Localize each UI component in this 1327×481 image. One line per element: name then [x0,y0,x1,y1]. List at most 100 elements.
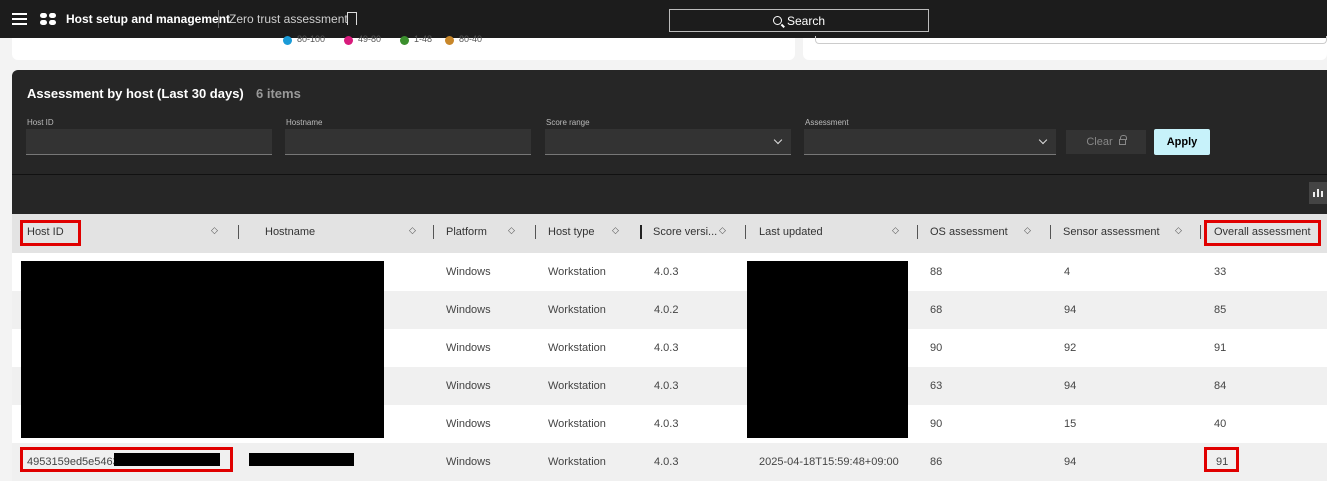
sensor-assessment-cell: 92 [1064,342,1077,354]
score-version-cell: 4.0.3 [654,266,679,278]
os-assessment-cell: 86 [930,456,943,468]
panel-divider [12,174,1327,175]
search-button[interactable]: Search [669,9,929,32]
sort-icon[interactable]: ◇ [409,225,416,236]
legend-label-3: 1-48 [414,34,433,44]
column-chart-icon[interactable] [1309,182,1327,204]
column-header-platform[interactable]: Platform [446,226,487,238]
os-assessment-cell: 90 [930,342,943,354]
hostname-filter-input[interactable] [285,129,531,155]
overall-assessment-cell: 33 [1214,266,1227,278]
host-type-cell: Workstation [548,266,606,278]
platform-cell: Windows [446,342,491,354]
score-version-cell: 4.0.3 [654,456,679,468]
lock-icon [1118,135,1127,145]
os-assessment-cell: 90 [930,418,943,430]
column-header-host-type[interactable]: Host type [548,226,594,238]
score-version-cell: 4.0.2 [654,304,679,316]
apply-button[interactable]: Apply [1154,129,1210,155]
platform-cell: Windows [446,304,491,316]
top-bar: Host setup and management Zero trust ass… [0,0,1327,38]
column-header-score-version[interactable]: Score versi... [653,226,717,238]
sensor-assessment-cell: 94 [1064,456,1077,468]
host-id-filter-label: Host ID [27,118,54,127]
column-divider[interactable] [1050,225,1051,239]
sensor-assessment-cell: 4 [1064,266,1071,278]
column-header-hostname[interactable]: Hostname [265,226,315,238]
platform-cell: Windows [446,418,491,430]
score-version-cell: 4.0.3 [654,342,679,354]
highlight-box [1204,447,1239,472]
sort-icon[interactable]: ◇ [508,225,515,236]
redacted-block [747,261,908,438]
sort-icon[interactable]: ◇ [719,225,726,236]
redacted-block [21,261,384,438]
app-title[interactable]: Host setup and management [66,12,230,26]
legend-dot-4 [445,36,454,45]
overall-assessment-cell: 85 [1214,304,1227,316]
legend-dot-2 [344,36,353,45]
column-divider[interactable] [535,225,536,239]
legend-label-2: 49-80 [358,34,382,44]
os-assessment-cell: 63 [930,380,943,392]
column-divider[interactable] [238,225,239,239]
host-type-cell: Workstation [548,380,606,392]
clear-button[interactable]: Clear [1066,130,1146,154]
last-updated-cell: 2025-04-18T15:59:48+09:00 [759,456,899,468]
legend-dot-1 [283,36,292,45]
sensor-assessment-cell: 94 [1064,304,1077,316]
sort-icon[interactable]: ◇ [1175,225,1182,236]
highlight-box [20,220,81,246]
assessment-select[interactable] [804,129,1056,155]
sort-icon[interactable]: ◇ [892,225,899,236]
column-header-os-assessment[interactable]: OS assessment [930,226,1008,238]
title-divider [218,10,219,28]
highlight-box [1204,220,1321,246]
host-type-cell: Workstation [548,418,606,430]
host-id-filter-input[interactable] [26,129,272,155]
item-count: 6 items [256,86,301,101]
panel-title: Assessment by host (Last 30 days) [27,86,244,101]
overall-assessment-cell: 84 [1214,380,1227,392]
search-label: Search [786,13,826,28]
page-title: Zero trust assessment [229,12,348,26]
chevron-down-icon [1038,135,1048,145]
column-divider[interactable] [1200,225,1201,239]
overall-assessment-cell: 91 [1214,342,1227,354]
column-header-last-updated[interactable]: Last updated [759,226,823,238]
platform-cell: Windows [446,380,491,392]
score-version-cell: 4.0.3 [654,380,679,392]
legend-dot-3 [400,36,409,45]
host-type-cell: Workstation [548,342,606,354]
highlight-box [20,447,233,472]
sensor-assessment-cell: 15 [1064,418,1077,430]
score-range-select[interactable] [545,129,791,155]
score-range-filter-label: Score range [546,118,590,127]
column-header-sensor-assessment[interactable]: Sensor assessment [1063,226,1160,238]
sensor-assessment-cell: 94 [1064,380,1077,392]
bookmark-icon[interactable] [347,12,357,25]
os-assessment-cell: 68 [930,304,943,316]
column-divider[interactable] [433,225,434,239]
column-divider[interactable] [640,225,642,239]
sort-icon[interactable]: ◇ [211,225,218,236]
app-logo-icon [40,12,58,26]
platform-cell: Windows [446,266,491,278]
summary-inner-box [815,36,1327,44]
clear-label: Clear [1086,136,1113,148]
hamburger-menu-icon[interactable] [12,13,27,25]
sort-icon[interactable]: ◇ [612,225,619,236]
sort-icon[interactable]: ◇ [1024,225,1031,236]
assessment-filter-label: Assessment [805,118,849,127]
legend-label-4: 80-40 [459,34,483,44]
hostname-filter-label: Hostname [286,118,323,127]
host-type-cell: Workstation [548,304,606,316]
redacted-block [249,453,354,466]
search-icon [772,16,782,25]
score-version-cell: 4.0.3 [654,418,679,430]
legend-label-1: 80-100 [297,34,326,44]
overall-assessment-cell: 40 [1214,418,1227,430]
chevron-down-icon [773,135,783,145]
column-divider[interactable] [745,225,746,239]
column-divider[interactable] [917,225,918,239]
